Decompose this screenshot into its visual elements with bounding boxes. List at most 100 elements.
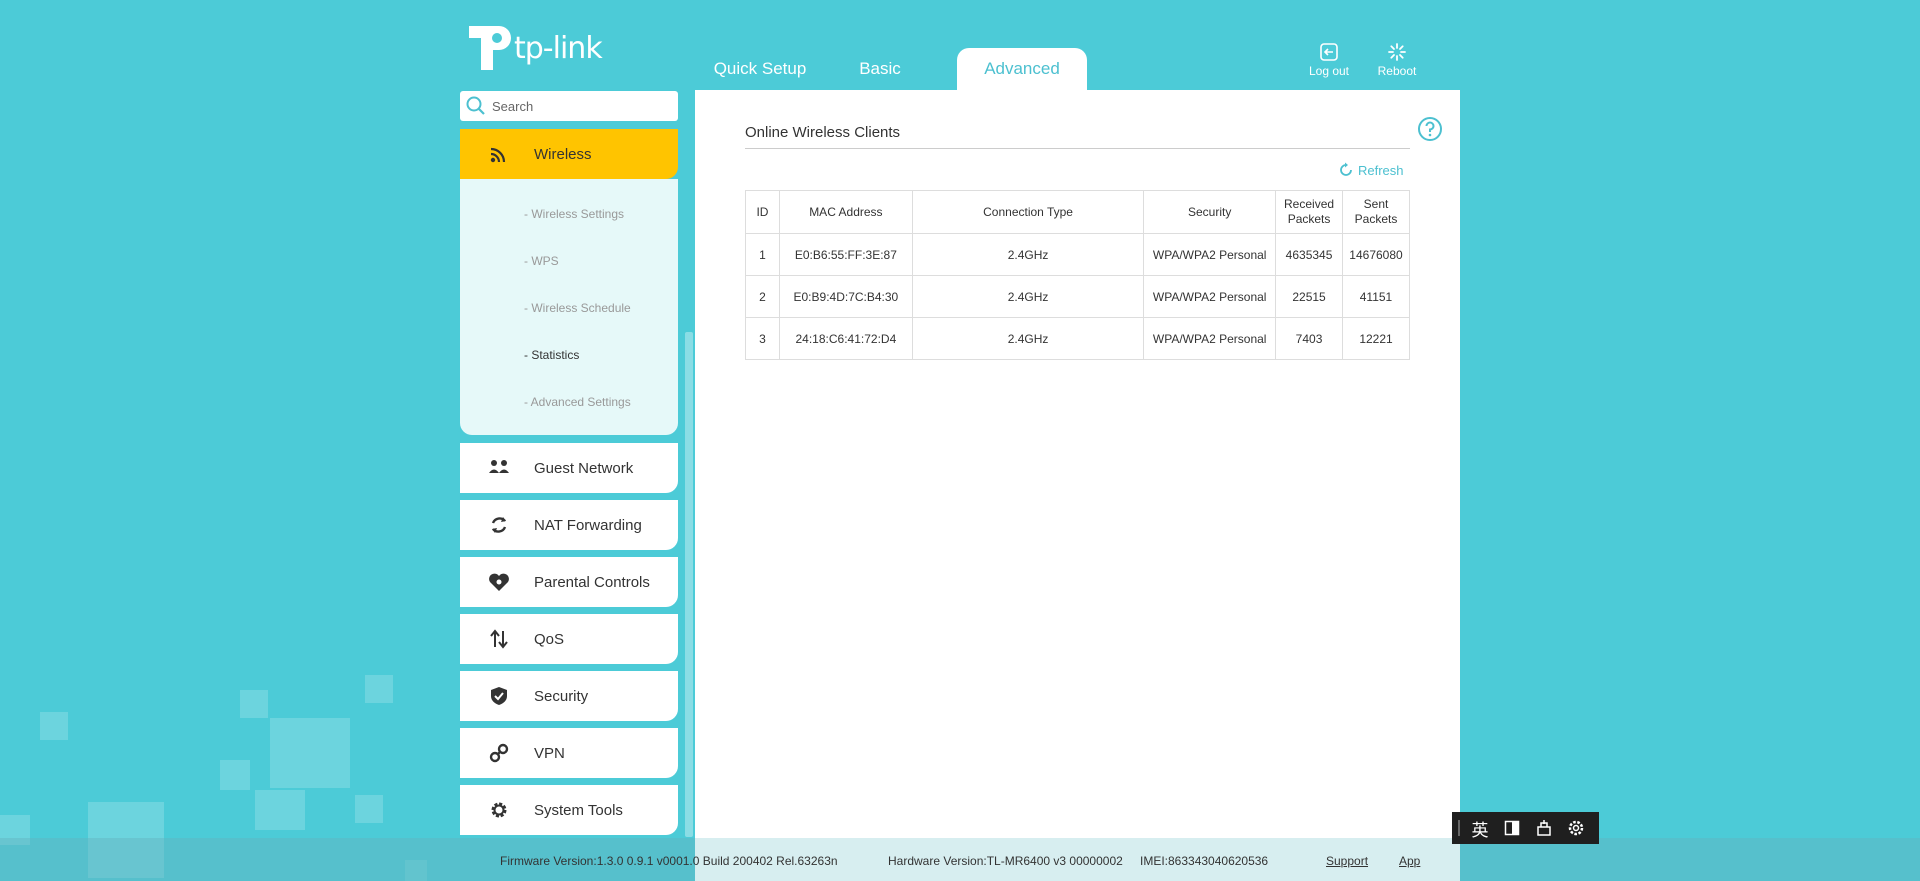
sidebar-item-label: Guest Network: [534, 459, 634, 477]
logout-label: Log out: [1308, 64, 1350, 78]
cell-sent: 41151: [1342, 275, 1410, 318]
table-row: 3 24:18:C6:41:72:D4 2.4GHz WPA/WPA2 Pers…: [745, 317, 1410, 360]
cell-security: WPA/WPA2 Personal: [1143, 233, 1277, 276]
sidebar-item-label: VPN: [534, 744, 565, 762]
column-header: Connection Type: [911, 190, 1145, 234]
sidebar-item-label: QoS: [534, 630, 565, 648]
section-title: Online Wireless Clients: [745, 124, 901, 141]
section-divider: [745, 148, 1410, 149]
ime-language-button[interactable]: 英: [1464, 816, 1496, 841]
ime-layout-button[interactable]: [1496, 820, 1528, 836]
clients-table: ID MAC Address Connection Type Security …: [745, 190, 1410, 360]
vpn-icon: [488, 742, 510, 764]
cell-sent: 12221: [1342, 317, 1410, 360]
help-icon: [1418, 117, 1442, 141]
tab-advanced[interactable]: Advanced: [957, 48, 1087, 90]
submenu-wireless-settings[interactable]: - Wireless Settings: [524, 207, 624, 221]
logout-icon: [1320, 43, 1338, 61]
cell-id: 2: [745, 275, 780, 318]
cell-connection-type: 2.4GHz: [911, 317, 1145, 360]
cell-security: WPA/WPA2 Personal: [1143, 317, 1277, 360]
sidebar-item-label: System Tools: [534, 801, 623, 819]
sidebar-item-parental-controls[interactable]: Parental Controls: [460, 557, 678, 607]
wireless-icon: [488, 143, 510, 165]
column-header: ID: [745, 190, 780, 234]
cell-mac: E0:B9:4D:7C:B4:30: [778, 275, 913, 318]
content-panel: Online Wireless Clients Refresh ID MAC A…: [695, 90, 1460, 881]
hardware-version: Hardware Version:TL-MR6400 v3 00000002: [888, 854, 1123, 868]
sidebar-item-vpn[interactable]: VPN: [460, 728, 678, 778]
table-row: 2 E0:B9:4D:7C:B4:30 2.4GHz WPA/WPA2 Pers…: [745, 275, 1410, 318]
system-tools-icon: [488, 799, 510, 821]
sidebar-item-system-tools[interactable]: System Tools: [460, 785, 678, 835]
nat-forwarding-icon: [488, 514, 510, 536]
cell-mac: 24:18:C6:41:72:D4: [778, 317, 913, 360]
tab-quick-setup[interactable]: Quick Setup: [690, 48, 830, 90]
ime-drag-handle[interactable]: [1458, 820, 1460, 836]
cell-received: 7403: [1275, 317, 1343, 360]
security-icon: [488, 685, 510, 707]
imei: IMEI:863343040620536: [1140, 854, 1269, 868]
decor-square: [220, 760, 250, 790]
sidebar-item-guest-network[interactable]: Guest Network: [460, 443, 678, 493]
cell-id: 3: [745, 317, 780, 360]
ime-settings-button[interactable]: [1560, 819, 1592, 837]
column-header: Security: [1143, 190, 1277, 234]
submenu-wps[interactable]: - WPS: [524, 254, 559, 268]
support-link[interactable]: Support: [1326, 854, 1368, 868]
column-header: Sent Packets: [1342, 190, 1410, 234]
logout-button[interactable]: Log out: [1299, 42, 1359, 78]
cell-connection-type: 2.4GHz: [911, 233, 1145, 276]
logo-text: tp-link: [514, 31, 603, 66]
firmware-version: Firmware Version:1.3.0 0.9.1 v0001.0 Bui…: [500, 854, 838, 868]
search-input[interactable]: [492, 98, 662, 114]
refresh-label: Refresh: [1358, 162, 1404, 178]
cell-id: 1: [745, 233, 780, 276]
toolbox-icon: [1537, 820, 1551, 836]
decor-square: [270, 718, 350, 788]
sidebar-item-wireless[interactable]: Wireless: [460, 129, 678, 179]
cell-sent: 14676080: [1342, 233, 1410, 276]
cell-security: WPA/WPA2 Personal: [1143, 275, 1277, 318]
refresh-button[interactable]: Refresh: [1338, 162, 1404, 178]
search-box: [460, 91, 678, 121]
cell-received: 4635345: [1275, 233, 1343, 276]
qos-icon: [488, 628, 510, 650]
refresh-icon: [1340, 162, 1352, 176]
half-width-icon: [1504, 820, 1520, 836]
app-link[interactable]: App: [1399, 854, 1420, 868]
table-header-row: ID MAC Address Connection Type Security …: [745, 190, 1410, 234]
column-header: Received Packets: [1275, 190, 1343, 234]
parental-controls-icon: [488, 571, 510, 593]
sidebar-item-nat-forwarding[interactable]: NAT Forwarding: [460, 500, 678, 550]
submenu-advanced-settings[interactable]: - Advanced Settings: [524, 395, 631, 409]
table-row: 1 E0:B6:55:FF:3E:87 2.4GHz WPA/WPA2 Pers…: [745, 233, 1410, 276]
reboot-label: Reboot: [1377, 64, 1417, 78]
submenu-wireless-schedule[interactable]: - Wireless Schedule: [524, 301, 631, 315]
submenu-statistics[interactable]: - Statistics: [524, 348, 579, 362]
cell-mac: E0:B6:55:FF:3E:87: [778, 233, 913, 276]
sidebar-item-label: NAT Forwarding: [534, 516, 642, 534]
sidebar-item-security[interactable]: Security: [460, 671, 678, 721]
wireless-submenu: - Wireless Settings - WPS - Wireless Sch…: [460, 179, 678, 435]
decor-square: [355, 795, 383, 823]
decor-square: [255, 790, 305, 830]
main-tabs: Quick Setup Basic Advanced: [690, 48, 1110, 90]
help-button[interactable]: [1417, 116, 1443, 147]
ime-toolbar: 英: [1452, 812, 1599, 844]
cell-connection-type: 2.4GHz: [911, 275, 1145, 318]
sidebar-scrollbar[interactable]: [685, 332, 693, 837]
guest-network-icon: [488, 457, 510, 479]
reboot-icon: [1388, 43, 1406, 61]
sidebar-item-qos[interactable]: QoS: [460, 614, 678, 664]
ime-tools-button[interactable]: [1528, 819, 1560, 837]
sidebar-item-label: Wireless: [534, 145, 592, 163]
tab-basic[interactable]: Basic: [830, 48, 930, 90]
cell-received: 22515: [1275, 275, 1343, 318]
decor-square: [365, 675, 393, 703]
sidebar-item-label: Parental Controls: [534, 573, 650, 591]
search-icon: [466, 96, 485, 115]
gear-icon: [1568, 820, 1584, 836]
reboot-button[interactable]: Reboot: [1367, 42, 1427, 78]
sidebar-item-label: Security: [534, 687, 589, 705]
